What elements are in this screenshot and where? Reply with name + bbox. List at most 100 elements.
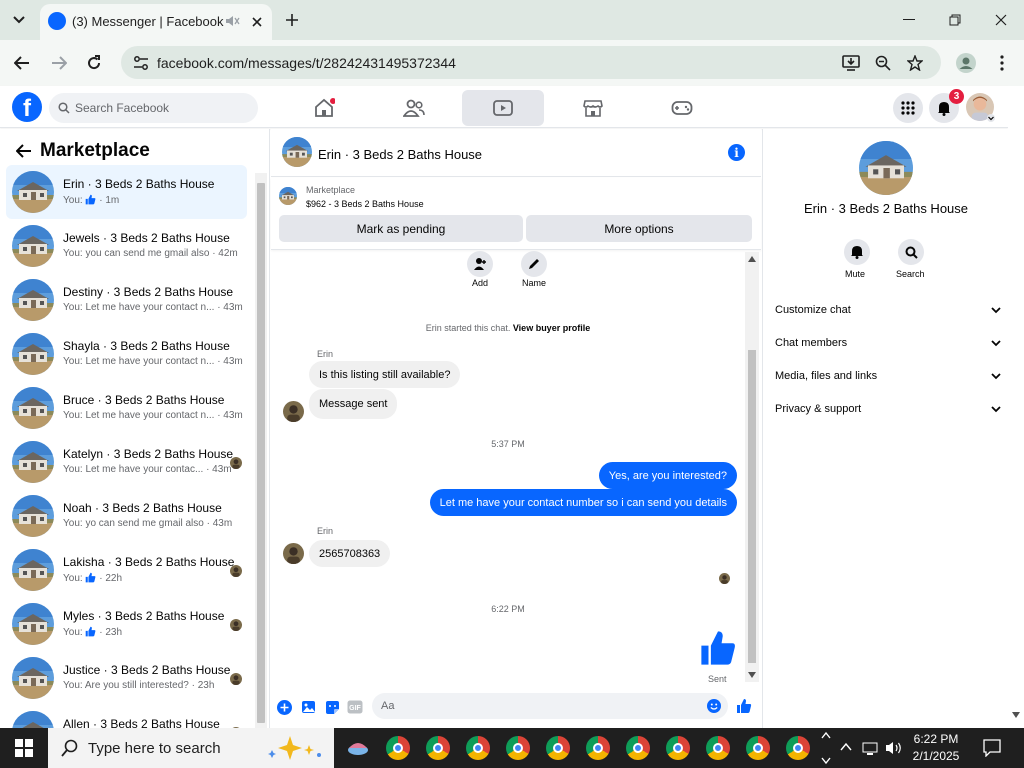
volume-icon[interactable] — [885, 740, 903, 756]
network-icon[interactable] — [862, 740, 878, 756]
menu-button[interactable] — [893, 93, 923, 123]
chrome-taskbar-icon[interactable] — [466, 736, 490, 760]
conversation-item[interactable]: Allen · 3 Beds 2 Baths House — [6, 705, 247, 728]
outgoing-message[interactable]: Yes, are you interested? — [598, 462, 737, 489]
more-actions-button[interactable] — [276, 699, 292, 715]
listing-thumbnail[interactable] — [279, 187, 297, 205]
sent-like-icon[interactable] — [699, 629, 737, 667]
scroll-up-icon[interactable] — [748, 256, 756, 262]
search-chat-button[interactable] — [898, 239, 924, 265]
nav-friends-tab[interactable] — [373, 90, 455, 126]
chrome-taskbar-icon[interactable] — [746, 736, 770, 760]
conversation-item[interactable]: Katelyn · 3 Beds 2 Baths House You: Let m… — [6, 435, 247, 489]
install-app-button[interactable] — [841, 53, 861, 73]
conversation-item[interactable]: Shayla · 3 Beds 2 Baths House You: Let me… — [6, 327, 247, 381]
browser-menu-button[interactable] — [991, 52, 1013, 74]
notification-center-icon[interactable] — [983, 739, 1001, 757]
more-options-button[interactable]: More options — [526, 215, 752, 242]
conversation-item[interactable]: Noah · 3 Beds 2 Baths House You: yo can s… — [6, 489, 247, 543]
like-button-icon[interactable] — [736, 698, 752, 714]
profile-button[interactable] — [955, 52, 977, 74]
chat-info-section[interactable]: Media, files and links — [775, 370, 1001, 390]
conversation-item[interactable]: Destiny · 3 Beds 2 Baths House You: Let m… — [6, 273, 247, 327]
taskbar-time[interactable]: 6:22 PM — [906, 732, 966, 746]
nav-video-tab[interactable] — [462, 90, 544, 126]
mark-pending-button[interactable]: Mark as pending — [279, 215, 523, 242]
conversation-item[interactable]: Lakisha · 3 Beds 2 Baths House You: · 22h — [6, 543, 247, 597]
facebook-search-input[interactable]: Search Facebook — [49, 93, 258, 123]
conversation-item[interactable]: Jewels · 3 Beds 2 Baths House You: you ca… — [6, 219, 247, 273]
sender-avatar[interactable] — [283, 543, 304, 564]
bookmark-button[interactable] — [905, 53, 925, 73]
browser-tab-messenger[interactable]: (3) Messenger | Facebook — [40, 4, 272, 40]
chrome-taskbar-icon[interactable] — [386, 736, 410, 760]
chrome-taskbar-icon[interactable] — [626, 736, 650, 760]
chat-title[interactable]: Erin · 3 Beds 2 Baths House — [318, 147, 482, 162]
chevron-down-icon[interactable] — [986, 114, 996, 122]
nav-home-tab[interactable] — [283, 90, 365, 126]
chrome-taskbar-icon[interactable] — [786, 736, 810, 760]
mute-button[interactable] — [844, 239, 870, 265]
gif-button[interactable]: GIF — [347, 699, 363, 715]
conversation-item[interactable]: Justice · 3 Beds 2 Baths House You: Are y… — [6, 651, 247, 705]
forward-button[interactable] — [48, 52, 70, 74]
minimize-button[interactable] — [899, 10, 919, 30]
scroll-down-icon[interactable] — [1012, 712, 1020, 718]
chat-info-section[interactable]: Chat members — [775, 337, 1001, 357]
facebook-logo-icon[interactable]: f — [12, 92, 42, 122]
chat-scrollbar[interactable] — [745, 252, 759, 682]
back-arrow-icon[interactable] — [16, 144, 32, 158]
info-icon[interactable]: i — [728, 144, 745, 161]
incoming-message[interactable]: Message sent — [309, 389, 398, 419]
conversation-item[interactable]: Myles · 3 Beds 2 Baths House You: · 23h — [6, 597, 247, 651]
chat-avatar[interactable] — [282, 137, 312, 167]
message-input[interactable]: Aa — [372, 693, 728, 719]
sticker-button[interactable] — [324, 699, 340, 715]
chrome-taskbar-icon[interactable] — [666, 736, 690, 760]
left-scrollbar-thumb[interactable] — [257, 183, 265, 723]
chevron-up-icon[interactable] — [840, 742, 852, 752]
restore-button[interactable] — [945, 10, 965, 30]
speaker-muted-icon[interactable] — [224, 13, 240, 29]
name-button[interactable] — [521, 251, 547, 277]
taskbar-date[interactable]: 2/1/2025 — [906, 749, 966, 763]
emoji-icon[interactable] — [707, 699, 721, 713]
back-button[interactable] — [11, 52, 33, 74]
nav-marketplace-tab[interactable] — [552, 90, 634, 126]
taskbar-scroll-icon[interactable] — [821, 731, 831, 765]
taskbar-search-box[interactable]: Type here to search — [48, 728, 334, 768]
outgoing-message[interactable]: Let me have your contact number so i can… — [429, 489, 737, 516]
listing-price[interactable]: $962 - 3 Beds 2 Baths House — [306, 199, 424, 209]
attach-photo-button[interactable] — [300, 699, 316, 715]
scroll-down-icon[interactable] — [748, 672, 756, 678]
new-tab-button[interactable] — [282, 10, 302, 30]
incoming-message[interactable]: Is this listing still available? — [309, 361, 461, 388]
page-scrollbar[interactable] — [1008, 86, 1024, 728]
left-scrollbar[interactable] — [255, 173, 267, 728]
add-button[interactable] — [467, 251, 493, 277]
chat-scrollbar-thumb[interactable] — [748, 350, 756, 663]
chrome-taskbar-icon[interactable] — [706, 736, 730, 760]
start-button[interactable] — [0, 728, 48, 768]
conversation-item[interactable]: Erin · 3 Beds 2 Baths House You: · 1m — [6, 165, 247, 219]
weather-app-icon[interactable] — [346, 736, 370, 760]
view-buyer-profile-link[interactable]: View buyer profile — [513, 323, 590, 333]
sender-avatar[interactable] — [283, 401, 304, 422]
incoming-message[interactable]: 2565708363 — [309, 540, 391, 567]
reload-button[interactable] — [83, 52, 105, 74]
zoom-button[interactable] — [873, 53, 893, 73]
chrome-taskbar-icon[interactable] — [426, 736, 450, 760]
chrome-taskbar-icon[interactable] — [506, 736, 530, 760]
chat-info-avatar[interactable] — [859, 141, 913, 195]
tab-search-button[interactable] — [6, 8, 32, 32]
conversation-item[interactable]: Bruce · 3 Beds 2 Baths House You: Let me … — [6, 381, 247, 435]
nav-gaming-tab[interactable] — [641, 90, 723, 126]
site-settings-icon[interactable] — [133, 55, 149, 71]
chat-info-section[interactable]: Customize chat — [775, 304, 1001, 324]
close-window-button[interactable] — [991, 10, 1011, 30]
chrome-taskbar-icon[interactable] — [546, 736, 570, 760]
chat-info-section[interactable]: Privacy & support — [775, 403, 1001, 423]
address-bar[interactable]: facebook.com/messages/t/2824243149537234… — [121, 46, 941, 79]
tab-close-button[interactable] — [248, 13, 266, 31]
chrome-taskbar-icon[interactable] — [586, 736, 610, 760]
